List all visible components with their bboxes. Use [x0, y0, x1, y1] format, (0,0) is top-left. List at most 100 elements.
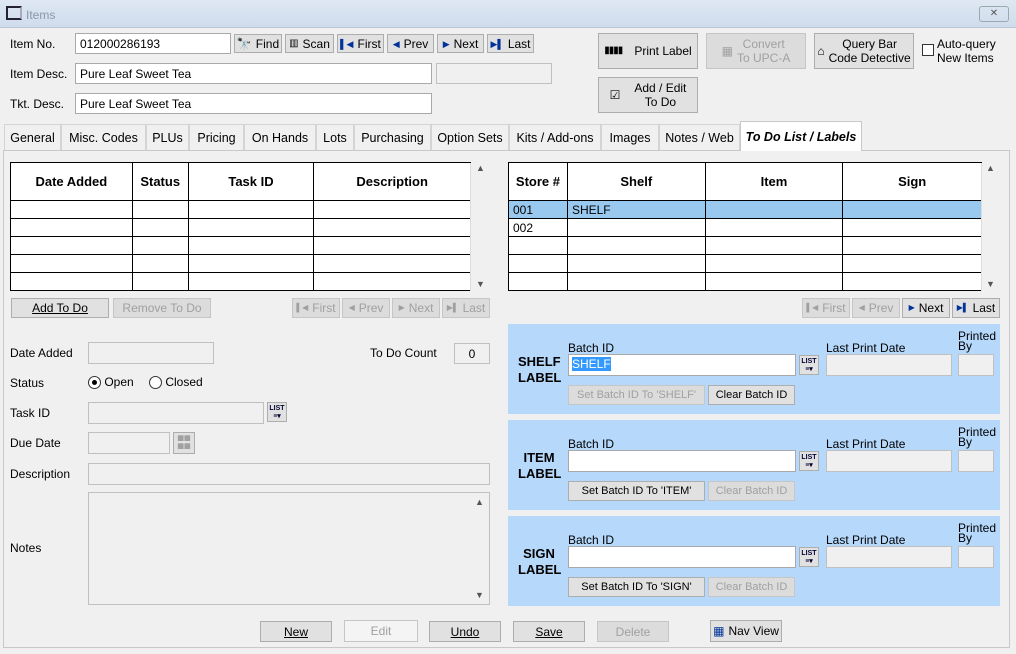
todo-grid[interactable]: Date Added Status Task ID Description: [10, 162, 471, 291]
next-button[interactable]: ▶ Next: [437, 34, 484, 53]
convert-upc-button[interactable]: ▦ Convert To UPC-A: [706, 33, 806, 69]
tab-lots[interactable]: Lots: [316, 124, 354, 150]
column-header[interactable]: Description: [313, 162, 471, 201]
tab-general[interactable]: General: [4, 124, 61, 150]
task-id-list-button[interactable]: LIST ≡▾: [267, 402, 287, 422]
due-date-field[interactable]: [88, 432, 170, 454]
remove-todo-button[interactable]: Remove To Do: [113, 298, 211, 318]
table-cell[interactable]: [842, 218, 982, 237]
column-header[interactable]: Shelf: [566, 162, 706, 201]
table-row[interactable]: [10, 200, 471, 219]
table-cell[interactable]: [313, 218, 471, 237]
store-grid-scrollbar[interactable]: ▲ ▼: [981, 163, 999, 291]
table-row[interactable]: [508, 254, 982, 273]
table-row[interactable]: 002: [508, 218, 982, 237]
table-row[interactable]: [10, 254, 471, 273]
add-todo-button[interactable]: Add To Do: [11, 298, 109, 318]
table-cell[interactable]: [313, 200, 471, 219]
table-cell[interactable]: [187, 272, 315, 291]
new-button[interactable]: New: [260, 621, 332, 642]
clear-batch-id-button[interactable]: Clear Batch ID: [708, 577, 795, 597]
tab-on-hands[interactable]: On Hands: [244, 124, 316, 150]
tab-to-do-list-labels[interactable]: To Do List / Labels: [740, 121, 862, 151]
table-cell[interactable]: 001: [508, 200, 568, 219]
table-cell[interactable]: [131, 254, 189, 273]
table-cell[interactable]: 002: [508, 218, 568, 237]
set-batch-id-button[interactable]: Set Batch ID To 'SHELF': [568, 385, 705, 405]
query-bar-code-button[interactable]: ⌂ Query Bar Code Detective: [814, 33, 914, 69]
table-cell[interactable]: [313, 272, 471, 291]
table-cell[interactable]: [704, 254, 844, 273]
tab-images[interactable]: Images: [601, 124, 659, 150]
undo-button[interactable]: Undo: [429, 621, 501, 642]
todo-first-button[interactable]: ▌◀ First: [292, 298, 340, 318]
last-button[interactable]: ▶▌ Last: [487, 34, 534, 53]
table-cell[interactable]: [131, 272, 189, 291]
table-cell[interactable]: [187, 200, 315, 219]
tab-pricing[interactable]: Pricing: [189, 124, 244, 150]
table-cell[interactable]: [187, 254, 315, 273]
notes-scrollbar[interactable]: ▲ ▼: [470, 493, 489, 604]
column-header[interactable]: Store #: [508, 162, 568, 201]
column-header[interactable]: Date Added: [10, 162, 133, 201]
column-header[interactable]: Item: [704, 162, 844, 201]
clear-batch-id-button[interactable]: Clear Batch ID: [708, 385, 795, 405]
table-row[interactable]: [10, 218, 471, 237]
table-cell[interactable]: [508, 236, 568, 255]
column-header[interactable]: Status: [131, 162, 189, 201]
set-batch-id-button[interactable]: Set Batch ID To 'SIGN': [568, 577, 705, 597]
table-cell[interactable]: [704, 272, 844, 291]
delete-button[interactable]: Delete: [597, 621, 669, 642]
table-cell[interactable]: [704, 200, 844, 219]
table-cell[interactable]: [131, 218, 189, 237]
clear-batch-id-button[interactable]: Clear Batch ID: [708, 481, 795, 501]
table-cell[interactable]: [131, 200, 189, 219]
item-no-input[interactable]: 012000286193: [75, 33, 231, 54]
auto-query-checkbox[interactable]: [922, 44, 934, 56]
batch-id-list-button[interactable]: LIST ≡▾: [799, 547, 819, 567]
scan-button[interactable]: ▥ Scan: [285, 34, 334, 53]
table-cell[interactable]: [704, 218, 844, 237]
task-id-field[interactable]: [88, 402, 264, 424]
batch-id-list-button[interactable]: LIST ≡▾: [799, 355, 819, 375]
date-added-field[interactable]: [88, 342, 214, 364]
tab-option-sets[interactable]: Option Sets: [431, 124, 509, 150]
print-label-button[interactable]: ▮▮▮▮ Print Label: [598, 33, 698, 69]
table-cell[interactable]: [10, 254, 133, 273]
first-button[interactable]: ▌◀ First: [337, 34, 384, 53]
tab-notes-web[interactable]: Notes / Web: [659, 124, 740, 150]
tab-purchasing[interactable]: Purchasing: [354, 124, 431, 150]
find-button[interactable]: 🔭 Find: [234, 34, 282, 53]
store-last-button[interactable]: ▶▌ Last: [952, 298, 1000, 318]
notes-textarea[interactable]: [88, 492, 490, 605]
table-row[interactable]: [508, 236, 982, 255]
store-next-button[interactable]: ▶ Next: [902, 298, 950, 318]
batch-id-input[interactable]: [568, 450, 796, 472]
table-cell[interactable]: [566, 272, 706, 291]
edit-button[interactable]: Edit: [344, 620, 418, 642]
table-cell[interactable]: [187, 218, 315, 237]
close-button[interactable]: ✕: [979, 6, 1009, 22]
table-cell[interactable]: [131, 236, 189, 255]
store-first-button[interactable]: ▌◀ First: [802, 298, 850, 318]
todo-next-button[interactable]: ▶ Next: [392, 298, 440, 318]
table-row[interactable]: 001 SHELF: [508, 200, 982, 219]
table-cell[interactable]: [842, 200, 982, 219]
todo-prev-button[interactable]: ◀ Prev: [342, 298, 390, 318]
tab-plus[interactable]: PLUs: [146, 124, 189, 150]
tab-kits-add-ons[interactable]: Kits / Add-ons: [509, 124, 601, 150]
table-row[interactable]: [10, 272, 471, 291]
table-cell[interactable]: [10, 218, 133, 237]
table-row[interactable]: [508, 272, 982, 291]
column-header[interactable]: Sign: [842, 162, 982, 201]
table-cell[interactable]: SHELF: [566, 200, 706, 219]
table-cell[interactable]: [187, 236, 315, 255]
prev-button[interactable]: ◀ Prev: [387, 34, 434, 53]
batch-id-input[interactable]: SHELF: [568, 354, 796, 376]
table-cell[interactable]: [566, 236, 706, 255]
batch-id-input[interactable]: [568, 546, 796, 568]
table-cell[interactable]: [842, 254, 982, 273]
column-header[interactable]: Task ID: [187, 162, 315, 201]
table-row[interactable]: [10, 236, 471, 255]
table-cell[interactable]: [842, 236, 982, 255]
